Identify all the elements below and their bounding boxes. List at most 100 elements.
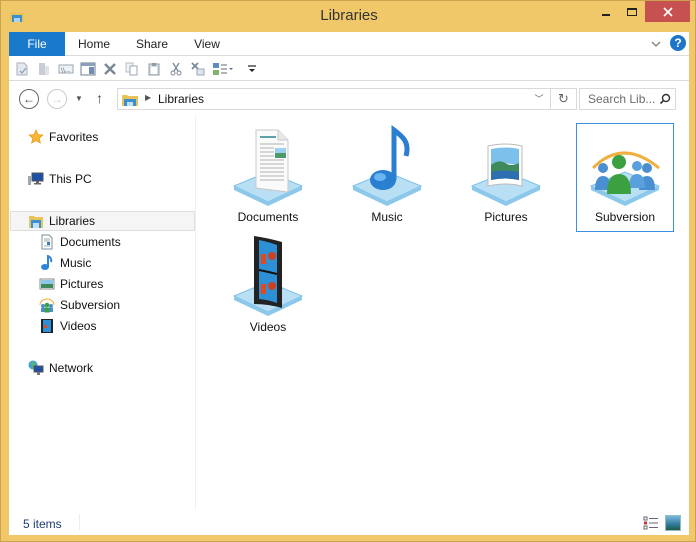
library-tile-pictures[interactable]: Pictures (457, 124, 555, 233)
search-input[interactable]: Search Lib... (588, 92, 655, 106)
nav-item-pictures[interactable]: Pictures (39, 274, 103, 294)
item-count: 5 items (23, 517, 62, 531)
nav-item-this-pc[interactable]: This PC (28, 169, 92, 189)
tab-file[interactable]: File (9, 32, 65, 56)
delete-button[interactable] (101, 60, 119, 78)
maximize-icon (627, 7, 637, 16)
arrow-right-icon: → (51, 92, 63, 106)
close-button[interactable] (645, 1, 690, 22)
rename-button[interactable]: \\... (57, 60, 75, 78)
nav-item-music[interactable]: Music (39, 253, 91, 273)
up-button[interactable]: ↑ (96, 90, 103, 106)
library-label: Videos (249, 320, 287, 334)
search-box[interactable]: Search Lib... (579, 88, 676, 110)
copy-icon (125, 62, 138, 76)
clear-icon (191, 62, 205, 76)
copy-button[interactable] (123, 60, 141, 78)
library-label: Pictures (484, 210, 528, 224)
help-button[interactable]: ? (670, 35, 686, 51)
breadcrumb-libraries[interactable]: Libraries (158, 92, 204, 106)
breadcrumb-separator-icon[interactable]: ▶ (145, 93, 151, 102)
nav-item-label: Favorites (49, 130, 99, 144)
delete-icon (104, 63, 116, 75)
arrow-up-icon: ↑ (96, 90, 103, 106)
tab-share[interactable]: Share (127, 32, 177, 56)
forward-button[interactable]: → (47, 89, 67, 109)
documents-icon (41, 234, 53, 250)
network-icon (28, 360, 44, 375)
refresh-button[interactable]: ↻ (550, 89, 576, 109)
nav-item-label: Network (49, 361, 94, 375)
address-bar[interactable]: ▶ Libraries ﹀ ↻ (117, 88, 577, 110)
tab-view[interactable]: View (184, 32, 230, 56)
library-content-view: Documents Music Pictures Subversion Vide… (197, 115, 689, 510)
rename-icon: \\... (58, 64, 74, 74)
minimize-icon (602, 13, 610, 16)
open-icon (39, 63, 49, 75)
maximize-button[interactable] (619, 1, 645, 22)
preview-pane-button[interactable] (79, 60, 97, 78)
videos-icon (41, 319, 53, 333)
nav-item-label: Libraries (49, 214, 96, 228)
open-button[interactable] (35, 60, 53, 78)
library-tile-subversion[interactable]: Subversion (576, 123, 674, 232)
preview-pane-icon (80, 62, 96, 76)
back-button[interactable]: ← (19, 89, 39, 109)
music-library-icon (351, 124, 423, 206)
explorer-client: File Home Share View ? \\... ← → ▼ ↑ ▶ L… (9, 32, 689, 535)
music-icon (41, 255, 53, 270)
close-icon (662, 6, 673, 17)
layout-icon (213, 63, 233, 75)
nav-item-label: This PC (49, 172, 92, 186)
details-view-icon[interactable] (643, 516, 659, 530)
pictures-library-icon (470, 143, 542, 206)
nav-item-label: Music (60, 256, 92, 270)
large-icons-view-icon[interactable] (665, 515, 681, 531)
libraries-folder-icon (122, 95, 138, 106)
computer-icon (28, 172, 44, 185)
nav-item-label: Pictures (60, 277, 104, 291)
star-icon (28, 129, 44, 144)
address-history-dropdown[interactable]: ﹀ (532, 92, 546, 106)
chevron-down-icon: ▼ (75, 94, 83, 103)
nav-item-videos[interactable]: Videos (39, 316, 96, 336)
nav-item-documents[interactable]: Documents (39, 232, 121, 252)
library-label: Music (371, 210, 403, 224)
status-bar: 5 items (9, 510, 689, 535)
library-tile-documents[interactable]: Documents (219, 124, 317, 233)
cut-icon (170, 62, 182, 76)
pictures-icon (39, 278, 55, 290)
clear-button[interactable] (189, 60, 207, 78)
navigation-pane: Favorites This PC Libraries Documents Mu… (9, 115, 196, 510)
nav-item-favorites[interactable]: Favorites (28, 127, 98, 147)
properties-button[interactable] (13, 60, 31, 78)
nav-item-label: Subversion (60, 298, 121, 312)
customize-qat-button[interactable] (243, 60, 261, 78)
cut-button[interactable] (167, 60, 185, 78)
search-icon (659, 93, 671, 105)
nav-item-subversion[interactable]: Subversion (39, 295, 120, 315)
title-bar[interactable]: Libraries (1, 1, 696, 32)
explorer-window: Libraries File Home Share View ? \\... ←… (0, 0, 696, 542)
videos-library-icon (232, 236, 304, 316)
recent-locations-button[interactable]: ▼ (75, 94, 83, 103)
expand-ribbon-icon[interactable] (649, 37, 663, 51)
navigation-bar: ← → ▼ ↑ ▶ Libraries ﹀ ↻ Search Lib... (9, 82, 689, 115)
tab-home[interactable]: Home (69, 32, 119, 56)
quick-access-toolbar: \\... (9, 57, 689, 81)
nav-item-label: Documents (60, 235, 121, 249)
ribbon-tabs: File Home Share View ? (9, 32, 689, 56)
nav-item-network[interactable]: Network (28, 358, 93, 378)
paste-button[interactable] (145, 60, 163, 78)
libraries-icon (29, 216, 43, 228)
layout-button[interactable] (211, 60, 237, 78)
paste-icon (148, 63, 160, 76)
arrow-left-icon: ← (23, 92, 35, 106)
library-tile-music[interactable]: Music (338, 124, 436, 233)
status-divider (79, 514, 80, 530)
library-tile-videos[interactable]: Videos (219, 234, 317, 343)
minimize-button[interactable] (593, 1, 619, 22)
nav-item-libraries[interactable]: Libraries (28, 211, 95, 231)
customize-qat-icon (248, 65, 256, 72)
documents-library-icon (232, 129, 304, 206)
